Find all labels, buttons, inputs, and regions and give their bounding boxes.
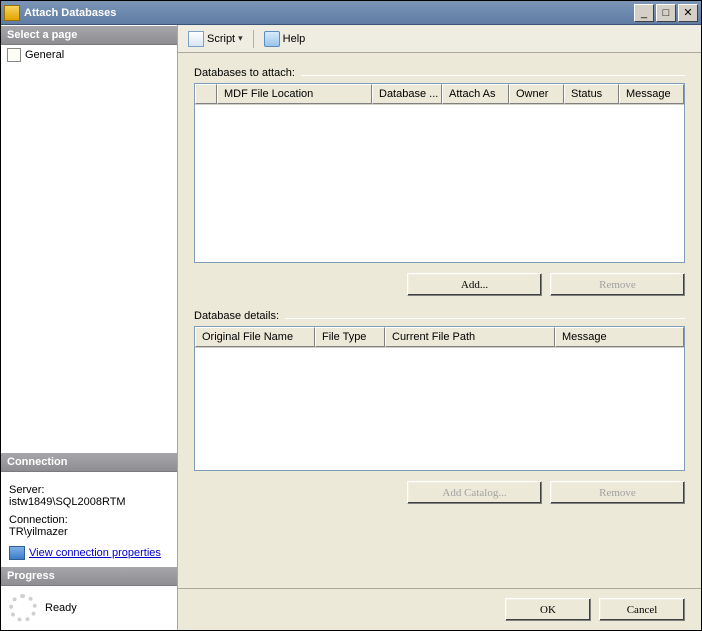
connection-label: Connection: xyxy=(9,514,169,526)
left-pane: Select a page General Connection Server:… xyxy=(1,25,178,630)
script-label: Script xyxy=(207,33,235,45)
toolbar: Script ▾ Help xyxy=(178,25,701,53)
script-menu[interactable]: Script ▾ xyxy=(184,29,247,49)
minimize-button[interactable]: _ xyxy=(634,4,654,22)
details-grid-header: Original File Name File Type Current Fil… xyxy=(195,327,684,348)
database-details-label: Database details: xyxy=(194,310,279,322)
help-icon xyxy=(264,31,280,47)
connection-body: Server: istw1849\SQL2008RTM Connection: … xyxy=(1,472,177,566)
attach-col-attachas[interactable]: Attach As xyxy=(442,84,509,104)
close-button[interactable]: ✕ xyxy=(678,4,698,22)
details-col-filetype[interactable]: File Type xyxy=(315,327,385,347)
page-icon xyxy=(7,48,21,62)
progress-header: Progress xyxy=(1,566,177,586)
details-col-path[interactable]: Current File Path xyxy=(385,327,555,347)
attach-col-message[interactable]: Message xyxy=(619,84,684,104)
details-col-message[interactable]: Message xyxy=(555,327,684,347)
add-catalog-button[interactable]: Add Catalog... xyxy=(407,481,542,504)
help-button[interactable]: Help xyxy=(260,29,310,49)
server-value: istw1849\SQL2008RTM xyxy=(9,496,169,508)
cancel-button[interactable]: Cancel xyxy=(599,598,685,621)
progress-status: Ready xyxy=(45,602,77,614)
page-item-general[interactable]: General xyxy=(1,45,177,65)
connection-value: TR\yilmazer xyxy=(9,526,169,538)
remove-button[interactable]: Remove xyxy=(550,273,685,296)
add-button[interactable]: Add... xyxy=(407,273,542,296)
help-label: Help xyxy=(283,33,306,45)
attach-col-mdf[interactable]: MDF File Location xyxy=(217,84,372,104)
attach-col-owner[interactable]: Owner xyxy=(509,84,564,104)
attach-col-status[interactable]: Status xyxy=(564,84,619,104)
toolbar-divider xyxy=(253,30,254,48)
chevron-down-icon: ▾ xyxy=(238,33,243,44)
ok-button[interactable]: OK xyxy=(505,598,591,621)
select-page-header: Select a page xyxy=(1,25,177,45)
dialog-footer: OK Cancel xyxy=(178,588,701,630)
attach-grid[interactable]: MDF File Location Database ... Attach As… xyxy=(194,83,685,263)
script-icon xyxy=(188,31,204,47)
details-col-original[interactable]: Original File Name xyxy=(195,327,315,347)
attach-grid-header: MDF File Location Database ... Attach As… xyxy=(195,84,684,105)
databases-to-attach-label: Databases to attach: xyxy=(194,67,295,79)
page-label: General xyxy=(25,49,64,61)
attach-col-selector[interactable] xyxy=(195,84,217,104)
connection-properties-icon xyxy=(9,546,25,560)
connection-header: Connection xyxy=(1,452,177,472)
details-grid[interactable]: Original File Name File Type Current Fil… xyxy=(194,326,685,471)
app-icon xyxy=(4,5,20,21)
progress-body: Ready xyxy=(1,586,177,630)
progress-spinner-icon xyxy=(9,594,37,622)
attach-col-database[interactable]: Database ... xyxy=(372,84,442,104)
maximize-button[interactable]: □ xyxy=(656,4,676,22)
server-label: Server: xyxy=(9,484,169,496)
titlebar: Attach Databases _ □ ✕ xyxy=(1,1,701,25)
details-remove-button[interactable]: Remove xyxy=(550,481,685,504)
window-title: Attach Databases xyxy=(24,7,632,19)
right-pane: Script ▾ Help Databases to attach: MDF F… xyxy=(178,25,701,630)
view-connection-properties-link[interactable]: View connection properties xyxy=(29,547,161,559)
